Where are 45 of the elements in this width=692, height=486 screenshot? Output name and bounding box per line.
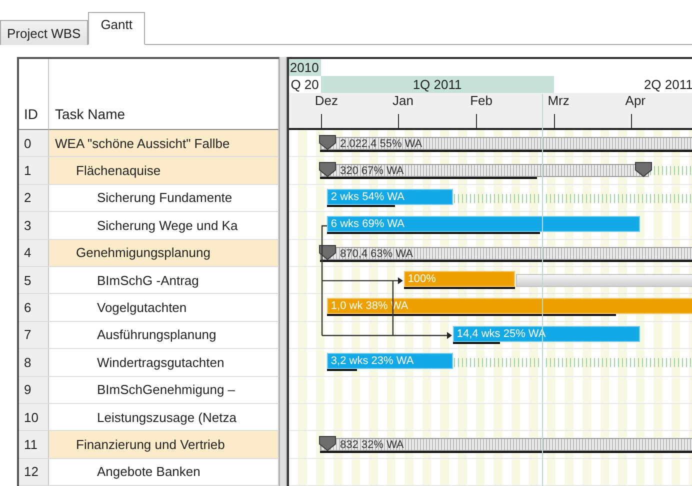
month-label: Dez [314,93,338,108]
summary-bar[interactable]: 2.022,4 55% WA [320,137,692,150]
splitter[interactable] [279,57,287,486]
task-name-cell: Finanzierung und Vertrieb [49,431,279,459]
quarter-label: Q 20 [290,76,320,93]
id-cell: 3 [19,212,49,240]
month-label: Jan [392,93,414,108]
task-name-cell: Vogelgutachten [49,294,279,322]
month-label: Feb [470,93,492,108]
task-name-cell: Genehmigungsplanung [49,240,279,267]
id-cell: 11 [19,431,49,459]
id-cell: 9 [19,376,49,404]
month-tick [320,114,322,128]
month-tick [398,114,400,128]
task-name-cell: Flächenaquise [49,157,279,185]
task-name-cell: WEA "schöne Aussicht" Fallbe [49,130,279,158]
summary-bar[interactable]: 870,4 63% WA [320,246,692,260]
summary-bar[interactable]: 832 32% WA [320,438,692,452]
id-cell: 12 [19,458,49,486]
id-cell: 7 [19,322,49,350]
id-cell: 1 [19,157,49,185]
year-label: 2010 [288,59,321,76]
column-header[interactable]: Task Name [49,59,279,130]
id-cell: 2 [19,184,49,212]
column-header[interactable]: ID [19,59,49,130]
month-label: Apr [625,93,646,108]
summary-bar[interactable]: 320 67% WA [320,164,649,178]
month-tick [476,114,478,128]
id-cell: 6 [19,294,49,322]
task-name-cell: BImSchGenehmigung – [49,376,279,404]
month-tick [631,114,632,128]
month-label: Mrz [548,93,570,108]
id-cell: 4 [19,240,49,267]
month-tick [554,114,555,128]
id-cell: 5 [19,266,49,294]
id-cell: 0 [19,130,49,158]
quarter-label: 1Q 2011 [320,76,554,93]
summary-marker-icon [634,162,652,178]
quarter-label: 2Q 2011 [642,76,692,93]
task-name-cell: Windertragsgutachten [49,349,279,377]
id-cell: 10 [19,404,49,432]
task-name-cell: Angebote Banken [49,458,279,486]
tab[interactable]: Gantt [88,12,146,45]
id-cell: 8 [19,349,49,377]
tab[interactable]: Project WBS [0,20,88,45]
